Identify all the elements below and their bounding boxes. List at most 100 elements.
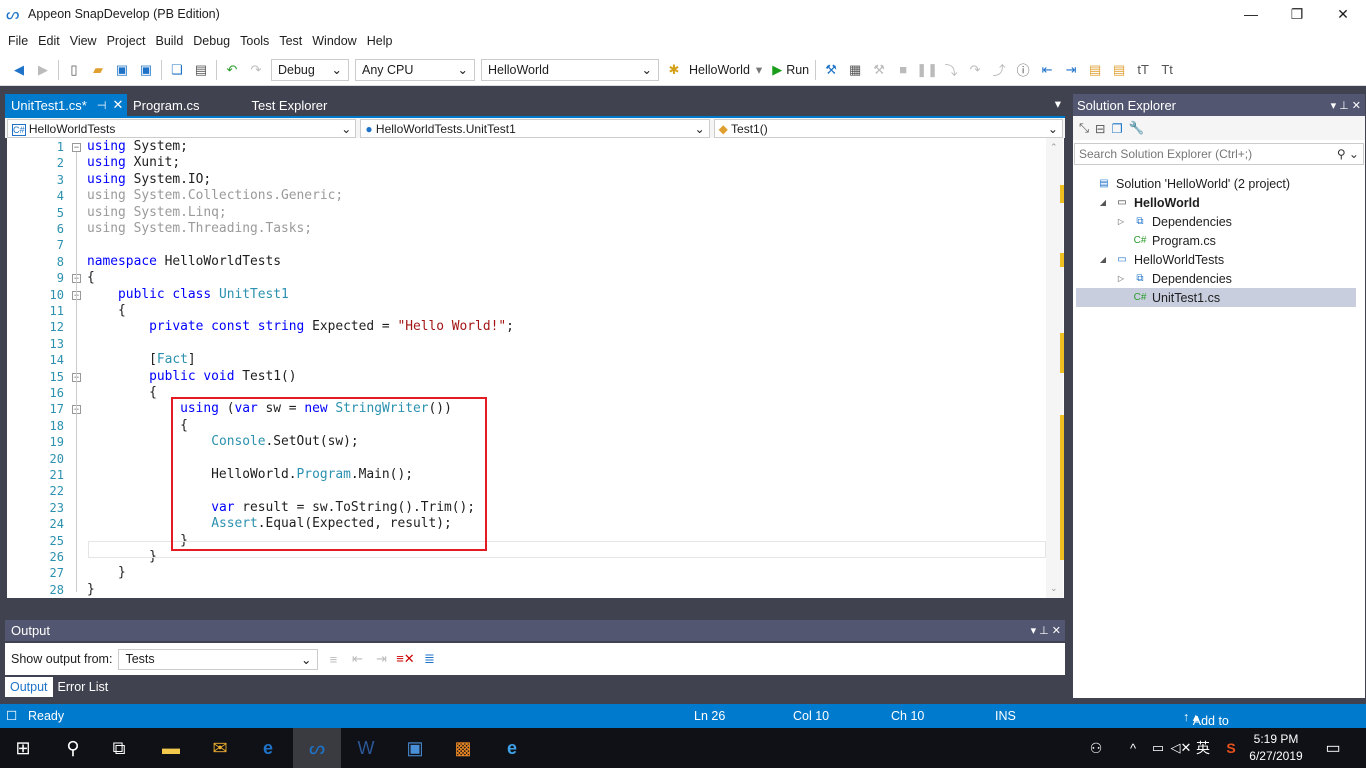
solution-search-input[interactable]: Search Solution Explorer (Ctrl+;) ⚲ ⌄: [1074, 143, 1364, 165]
expand-arrow-icon[interactable]: ▷: [1114, 273, 1128, 285]
task-view-icon[interactable]: ⧉: [96, 728, 142, 768]
solution-tree-item[interactable]: ▷ ⧉ Dependencies: [1076, 269, 1356, 288]
indent-icon[interactable]: ⇥: [1062, 61, 1080, 79]
code-line[interactable]: {: [87, 385, 157, 401]
code-line[interactable]: }: [87, 565, 126, 581]
next-message-icon[interactable]: ⇥: [372, 650, 390, 668]
member-nav-select[interactable]: ◆ Test1() ⌄: [713, 119, 1063, 138]
pin-icon[interactable]: ⊣: [97, 99, 107, 112]
file-explorer-icon[interactable]: ▬: [148, 728, 194, 768]
expand-arrow-icon[interactable]: ▷: [1114, 216, 1128, 228]
expand-arrow-icon[interactable]: ◢: [1096, 254, 1110, 266]
prev-message-icon[interactable]: ⇤: [348, 650, 366, 668]
add-source-control-button[interactable]: ↑ Add to Source Control ▴: [1183, 709, 1233, 756]
panel-controls[interactable]: ▾ ⊥ ✕: [1331, 99, 1361, 112]
code-line[interactable]: using System.Linq;: [87, 205, 227, 221]
code-line[interactable]: public void Test1(): [87, 369, 296, 385]
snapdevelop-icon[interactable]: ᔕ: [293, 728, 341, 768]
menu-help[interactable]: Help: [363, 34, 397, 48]
comment-icon[interactable]: ▤: [1086, 61, 1104, 79]
uppercase-icon[interactable]: Tt: [1158, 61, 1176, 79]
code-line[interactable]: {: [87, 303, 126, 319]
back-icon[interactable]: ◀: [10, 61, 28, 79]
solution-tree-item[interactable]: ◢ ▭ HelloWorldTests: [1076, 250, 1356, 269]
code-line[interactable]: namespace HelloWorldTests: [87, 254, 281, 270]
code-line[interactable]: using System.Threading.Tasks;: [87, 221, 312, 237]
copy-icon[interactable]: ❏: [168, 61, 186, 79]
step-out-icon[interactable]: ⤴: [990, 61, 1008, 79]
platform-select[interactable]: Any CPU ⌄: [355, 58, 475, 81]
internet-explorer-icon[interactable]: e: [489, 728, 535, 768]
code-editor[interactable]: 1 using System; −2 using Xunit; 3 using Syste…: [7, 138, 1064, 598]
forward-icon[interactable]: ▶: [34, 61, 52, 79]
menu-debug[interactable]: Debug: [189, 34, 234, 48]
solution-tree-item[interactable]: C# UnitTest1.cs: [1076, 288, 1356, 307]
code-line[interactable]: using Xunit;: [87, 155, 180, 171]
uncomment-icon[interactable]: ▤: [1110, 61, 1128, 79]
collapse-all-icon[interactable]: ⊟: [1095, 121, 1105, 136]
menu-edit[interactable]: Edit: [34, 34, 64, 48]
code-line[interactable]: using System.IO;: [87, 172, 211, 188]
menu-build[interactable]: Build: [151, 34, 187, 48]
output-source-select[interactable]: Tests ⌄: [118, 648, 319, 670]
startup-project[interactable]: HelloWorld: [689, 63, 750, 77]
build-icon[interactable]: ⚒: [822, 61, 840, 79]
step-into-icon[interactable]: ⤵: [942, 61, 960, 79]
menu-project[interactable]: Project: [103, 34, 150, 48]
expand-arrow-icon[interactable]: [1078, 178, 1092, 190]
run-icon[interactable]: ▶: [768, 61, 786, 79]
code-line[interactable]: {: [87, 270, 95, 286]
save-all-icon[interactable]: ▣: [137, 61, 155, 79]
paste-icon[interactable]: ▤: [192, 61, 210, 79]
start-windows-icon[interactable]: ⊞: [0, 728, 46, 768]
solution-tree-item[interactable]: C# Program.cs: [1076, 231, 1356, 250]
maximize-button[interactable]: ❐: [1274, 0, 1320, 28]
menu-view[interactable]: View: [66, 34, 101, 48]
clean-icon[interactable]: ⚒: [870, 61, 888, 79]
code-line[interactable]: public class UnitTest1: [87, 287, 289, 303]
new-project-icon[interactable]: ▯: [65, 61, 83, 79]
stop-icon[interactable]: ■: [894, 61, 912, 79]
run-button[interactable]: Run: [786, 63, 809, 77]
word-icon[interactable]: W: [343, 728, 389, 768]
outdent-icon[interactable]: ⇤: [1038, 61, 1056, 79]
word-wrap-icon[interactable]: ≣: [420, 650, 438, 668]
tab-overflow-icon[interactable]: ▾: [1055, 96, 1061, 111]
remote-desktop-icon[interactable]: ▣: [392, 728, 438, 768]
notifications-icon[interactable]: ▭: [1310, 728, 1356, 768]
clock[interactable]: 5:19 PM 6/27/2019: [1240, 731, 1312, 765]
expand-arrow-icon[interactable]: [1114, 292, 1128, 304]
minimize-button[interactable]: —: [1228, 0, 1274, 28]
find-message-icon[interactable]: ≡: [324, 650, 342, 668]
redo-icon[interactable]: ↷: [247, 61, 265, 79]
solution-tree-item[interactable]: ◢ ▭ HelloWorld: [1076, 193, 1356, 212]
undo-icon[interactable]: ↶: [223, 61, 241, 79]
code-line[interactable]: using System.Collections.Generic;: [87, 188, 343, 204]
search-icon[interactable]: ⚲: [50, 728, 96, 768]
solution-tree-item[interactable]: ▤ Solution 'HelloWorld' (2 project): [1076, 174, 1356, 193]
config-select[interactable]: Debug ⌄: [271, 58, 349, 81]
tab-test-explorer[interactable]: Test Explorer: [245, 94, 333, 116]
show-all-files-icon[interactable]: ❐: [1112, 121, 1123, 136]
menu-tools[interactable]: Tools: [236, 34, 273, 48]
clear-all-icon[interactable]: ≡✕: [396, 650, 414, 668]
edge-icon[interactable]: e: [245, 728, 291, 768]
menu-file[interactable]: File: [4, 34, 32, 48]
collapse-toggle-icon[interactable]: −: [72, 143, 81, 152]
menu-test[interactable]: Test: [275, 34, 306, 48]
code-line[interactable]: private const string Expected = "Hello W…: [87, 319, 514, 335]
code-line[interactable]: [Fact]: [87, 352, 196, 368]
code-line[interactable]: using System;: [87, 139, 188, 155]
open-folder-icon[interactable]: ▰: [89, 61, 107, 79]
tab-program[interactable]: Program.cs: [127, 94, 205, 116]
tab-output[interactable]: Output: [5, 677, 53, 697]
expand-arrow-icon[interactable]: ◢: [1096, 197, 1110, 209]
panel-controls[interactable]: ▾ ⊥ ✕: [1031, 624, 1065, 637]
close-button[interactable]: ✕: [1320, 0, 1366, 28]
menu-window[interactable]: Window: [308, 34, 360, 48]
sync-icon[interactable]: ⤡: [1079, 121, 1089, 136]
tab-unittest1[interactable]: UnitTest1.cs* ⊣ ✕: [5, 94, 127, 116]
window-icon[interactable]: ▦: [846, 61, 864, 79]
project-nav-select[interactable]: C# HelloWorldTests ⌄: [7, 119, 357, 138]
class-nav-select[interactable]: ● HelloWorldTests.UnitTest1 ⌄: [360, 119, 710, 138]
